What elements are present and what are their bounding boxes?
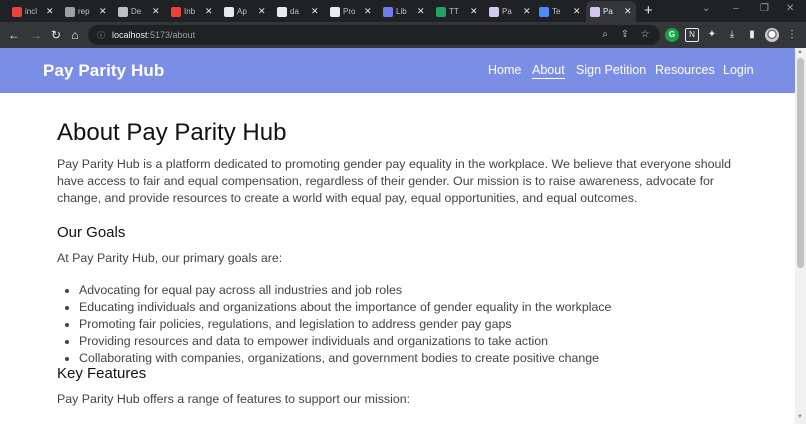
tab-title: incl bbox=[25, 7, 38, 16]
share-icon[interactable]: ⇪ bbox=[618, 28, 632, 42]
browser-tab-strip: incl ✕ rep ✕ De ✕ Inb ✕ Ap ✕ da ✕ Pro ✕ Lib ✕ TT… bbox=[0, 0, 806, 22]
close-tab-icon[interactable]: ✕ bbox=[46, 6, 54, 17]
page-title: About Pay Parity Hub bbox=[57, 119, 287, 146]
goals-heading: Our Goals bbox=[57, 224, 126, 241]
profile-avatar[interactable] bbox=[765, 28, 779, 42]
nav-login-link[interactable]: Login bbox=[723, 63, 754, 77]
browser-tab[interactable]: da ✕ bbox=[273, 1, 323, 22]
tab-favicon-icon bbox=[277, 6, 287, 17]
tab-title: da bbox=[290, 7, 299, 16]
scroll-up-arrow-icon[interactable]: ▲ bbox=[797, 49, 803, 55]
features-heading: Key Features bbox=[57, 365, 147, 382]
browser-tab[interactable]: Inb ✕ bbox=[167, 1, 217, 22]
close-tab-icon[interactable]: ✕ bbox=[258, 6, 266, 17]
extensions-puzzle-icon[interactable]: ✦ bbox=[705, 28, 719, 42]
browser-tab[interactable]: TT ✕ bbox=[432, 1, 482, 22]
tab-title: Pro bbox=[343, 7, 356, 16]
grammarly-extension-icon[interactable]: G bbox=[665, 28, 679, 42]
tab-title: rep bbox=[78, 7, 90, 16]
tab-title: Pa bbox=[603, 7, 613, 16]
close-tab-icon[interactable]: ✕ bbox=[573, 6, 581, 17]
tab-favicon-icon bbox=[224, 6, 234, 17]
tab-favicon-icon bbox=[330, 6, 340, 17]
goals-intro: At Pay Parity Hub, our primary goals are… bbox=[57, 251, 283, 265]
browser-tab[interactable]: incl ✕ bbox=[8, 1, 58, 22]
browser-tab[interactable]: Ap ✕ bbox=[220, 1, 270, 22]
close-tab-icon[interactable]: ✕ bbox=[205, 6, 213, 17]
tab-search-chevron-icon[interactable]: ⌄ bbox=[702, 3, 710, 14]
tab-favicon-icon bbox=[118, 6, 128, 17]
browser-tab[interactable]: Lib ✕ bbox=[379, 1, 429, 22]
download-icon[interactable]: ⤓ bbox=[725, 28, 739, 42]
tab-title: TT bbox=[449, 7, 459, 16]
tab-favicon-icon bbox=[12, 6, 22, 17]
tab-title: Inb bbox=[184, 7, 196, 16]
close-tab-icon[interactable]: ✕ bbox=[364, 6, 372, 17]
tab-favicon-icon bbox=[489, 6, 499, 17]
minimize-icon[interactable]: – bbox=[733, 3, 739, 14]
url-path: :5173/about bbox=[147, 30, 196, 40]
tab-title: Te bbox=[552, 7, 561, 16]
scrollbar-thumb[interactable] bbox=[797, 58, 804, 268]
tab-favicon-icon bbox=[590, 6, 600, 17]
nav-home-link[interactable]: Home bbox=[488, 63, 521, 77]
address-url[interactable]: localhost:5173/about bbox=[112, 30, 195, 40]
close-tab-icon[interactable]: ✕ bbox=[99, 6, 107, 17]
browser-toolbar: ← → ↻ ⌂ ⓘ localhost:5173/about ⌕ ⇪ ☆ G N… bbox=[0, 22, 806, 48]
nav-resources-link[interactable]: Resources bbox=[655, 63, 715, 77]
list-item: Promoting fair policies, regulations, an… bbox=[79, 316, 611, 333]
tab-favicon-icon bbox=[65, 6, 75, 17]
close-tab-icon[interactable]: ✕ bbox=[311, 6, 319, 17]
tab-favicon-icon bbox=[539, 6, 549, 17]
close-tab-icon[interactable]: ✕ bbox=[152, 6, 160, 17]
tab-favicon-icon bbox=[383, 6, 393, 17]
back-arrow-icon[interactable]: ← bbox=[6, 27, 22, 43]
tab-title: De bbox=[131, 7, 142, 16]
forward-arrow-icon[interactable]: → bbox=[28, 27, 44, 43]
url-host: localhost bbox=[112, 30, 148, 40]
tab-title: Pa bbox=[502, 7, 512, 16]
browser-tab-active[interactable]: Pa ✕ bbox=[586, 1, 636, 22]
close-tab-icon[interactable]: ✕ bbox=[523, 6, 531, 17]
close-tab-icon[interactable]: ✕ bbox=[624, 6, 632, 17]
browser-tab[interactable]: Pa ✕ bbox=[485, 1, 535, 22]
browser-tab[interactable]: De ✕ bbox=[114, 1, 164, 22]
window-close-icon[interactable]: ✕ bbox=[786, 3, 794, 14]
nav-sign-petition-link[interactable]: Sign Petition bbox=[576, 63, 646, 77]
site-logo[interactable]: Pay Parity Hub bbox=[43, 61, 164, 81]
goals-list: Advocating for equal pay across all indu… bbox=[79, 282, 611, 367]
tab-favicon-icon bbox=[436, 6, 446, 17]
notion-extension-icon[interactable]: N bbox=[685, 28, 699, 42]
bookmark-star-icon[interactable]: ☆ bbox=[638, 28, 652, 42]
list-item: Educating individuals and organizations … bbox=[79, 299, 611, 316]
tab-favicon-icon bbox=[171, 6, 181, 17]
new-tab-button[interactable]: + bbox=[644, 2, 653, 19]
list-item: Collaborating with companies, organizati… bbox=[79, 350, 611, 367]
close-tab-icon[interactable]: ✕ bbox=[417, 6, 425, 17]
browser-tab[interactable]: rep ✕ bbox=[61, 1, 111, 22]
page-viewport: Pay Parity Hub Home About Sign Petition … bbox=[0, 48, 795, 424]
browser-tab[interactable]: Te ✕ bbox=[535, 1, 585, 22]
nav-about-link[interactable]: About bbox=[532, 63, 565, 79]
close-tab-icon[interactable]: ✕ bbox=[470, 6, 478, 17]
site-info-icon[interactable]: ⓘ bbox=[94, 30, 108, 41]
scroll-down-arrow-icon[interactable]: ▼ bbox=[797, 414, 803, 420]
list-item: Advocating for equal pay across all indu… bbox=[79, 282, 611, 299]
address-bar[interactable]: ⓘ localhost:5173/about ⌕ ⇪ ☆ bbox=[88, 25, 660, 45]
more-menu-icon[interactable]: ⋮ bbox=[785, 28, 799, 42]
page-scrollbar[interactable]: ▲ ▼ bbox=[795, 48, 806, 424]
side-panel-icon[interactable]: ▮ bbox=[745, 28, 759, 42]
features-intro: Pay Parity Hub offers a range of feature… bbox=[57, 392, 411, 406]
tab-title: Ap bbox=[237, 7, 247, 16]
site-header: Pay Parity Hub Home About Sign Petition … bbox=[0, 48, 795, 93]
reload-icon[interactable]: ↻ bbox=[48, 27, 64, 43]
maximize-icon[interactable]: ❐ bbox=[760, 3, 769, 14]
tab-title: Lib bbox=[396, 7, 407, 16]
intro-paragraph: Pay Parity Hub is a platform dedicated t… bbox=[57, 157, 732, 205]
zoom-search-icon[interactable]: ⌕ bbox=[598, 28, 612, 42]
list-item: Providing resources and data to empower … bbox=[79, 333, 611, 350]
home-icon[interactable]: ⌂ bbox=[67, 27, 83, 43]
browser-tab[interactable]: Pro ✕ bbox=[326, 1, 376, 22]
